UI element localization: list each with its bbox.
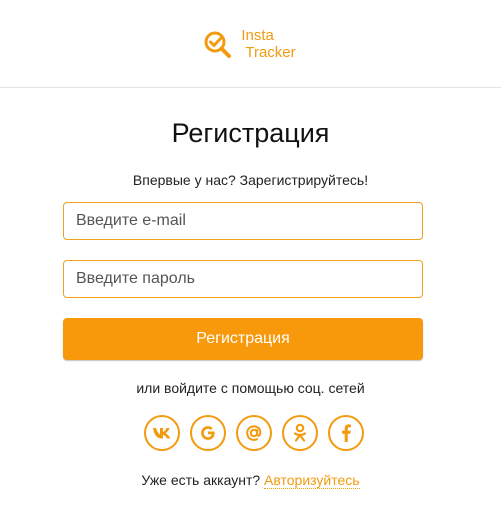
- odnoklassniki-login-button[interactable]: [281, 415, 318, 451]
- page-title: Регистрация: [171, 118, 330, 148]
- social-login-caption: или войдите с помощью соц. сетей: [136, 380, 365, 396]
- email-field[interactable]: [63, 202, 423, 240]
- password-field[interactable]: [63, 260, 423, 298]
- page-subtitle: Впервые у нас? Зарегистрируйтесь!: [132, 172, 369, 188]
- logo-text: Insta Tracker: [241, 27, 295, 61]
- header: Insta Tracker: [0, 0, 501, 88]
- register-button[interactable]: Регистрация: [63, 318, 423, 360]
- google-icon: [200, 426, 215, 440]
- login-prompt-text: Уже есть аккаунт?: [141, 472, 261, 488]
- vk-login-button[interactable]: [143, 415, 180, 451]
- mail-login-button[interactable]: [235, 415, 272, 451]
- odnoklassniki-icon: [293, 423, 306, 442]
- facebook-icon: [341, 424, 351, 442]
- magnifier-check-icon: [204, 31, 232, 58]
- vk-icon: [152, 428, 170, 439]
- at-sign-icon: [245, 425, 261, 441]
- login-link[interactable]: Авторизуйтесь: [264, 472, 360, 489]
- google-login-button[interactable]: [189, 415, 226, 451]
- login-prompt: Уже есть аккаунт? Авторизуйтесь: [0, 472, 501, 489]
- social-login-buttons: [0, 415, 501, 451]
- logo-line-1: Insta: [241, 26, 274, 44]
- logo-line-2: Tracker: [245, 43, 296, 61]
- facebook-login-button[interactable]: [327, 415, 364, 451]
- logo[interactable]: Insta Tracker: [203, 27, 296, 61]
